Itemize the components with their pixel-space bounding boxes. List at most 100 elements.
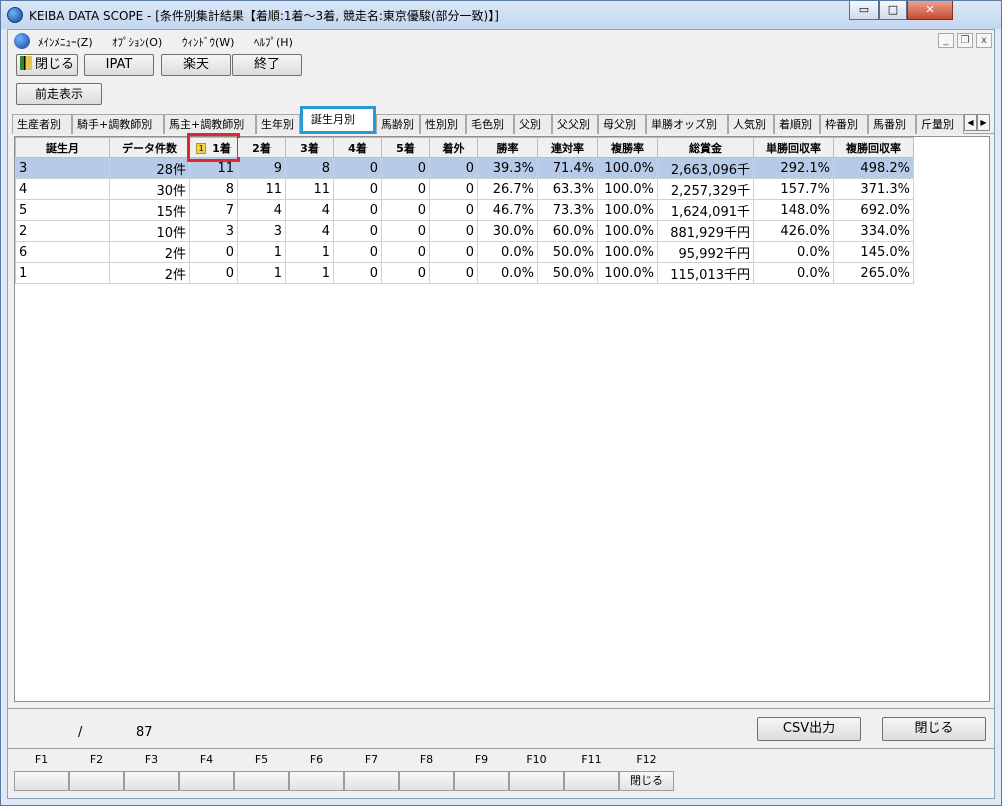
table-cell: 0 <box>333 241 382 263</box>
exit-button[interactable]: 終了 <box>232 54 302 76</box>
col-header-total-prize[interactable]: 総賞金 <box>657 137 754 158</box>
table-row[interactable]: 1 2件 0 1 1 0 0 0 0.0% 50.0% 100.0% 115,013千円 0.0% 265… <box>15 262 914 284</box>
toolbar-close-button[interactable]: 閉じる <box>16 54 78 76</box>
table-cell: 100.0% <box>597 241 658 263</box>
col-header-win-return[interactable]: 単勝回収率 <box>753 137 834 158</box>
fkey-button-6[interactable] <box>289 771 344 791</box>
fkey-button-4[interactable] <box>179 771 234 791</box>
tab-popularity[interactable]: 人気別 <box>728 114 774 134</box>
table-cell: 28件 <box>109 157 190 179</box>
table-row[interactable]: 6 2件 0 1 1 0 0 0 0.0% 50.0% 100.0% 95,992千円 0.0% 145.… <box>15 241 914 263</box>
app-logo-icon <box>7 7 23 23</box>
fkey-button-12[interactable]: 閉じる <box>619 771 674 791</box>
fkey-button-10[interactable] <box>509 771 564 791</box>
fkey-button-1[interactable] <box>14 771 69 791</box>
fkey-label-5: F5 <box>254 753 269 766</box>
tab-jockey-trainer[interactable]: 騎手+調教師別 <box>72 114 164 134</box>
window-title: KEIBA DATA SCOPE - [条件別集計結果【着順:1着～3着, 競走… <box>29 9 499 23</box>
fkey-button-8[interactable] <box>399 771 454 791</box>
col-header-birth-month[interactable]: 誕生月 <box>15 137 110 158</box>
col-header-4th[interactable]: 4着 <box>333 137 382 158</box>
table-row[interactable]: 3 28件 11 9 8 0 0 0 39.3% 71.4% 100.0% 2,663,096千 292… <box>15 157 914 179</box>
ipat-button[interactable]: IPAT <box>84 54 154 76</box>
title-bar[interactable]: KEIBA DATA SCOPE - [条件別集計結果【着順:1着～3着, 競走… <box>1 1 1001 29</box>
close-panel-button[interactable]: 閉じる <box>882 717 986 741</box>
tab-scroll-left-icon[interactable]: ◀ <box>964 114 977 131</box>
tab-sex[interactable]: 性別別 <box>420 114 466 134</box>
tab-breeder[interactable]: 生産者別 <box>12 114 72 134</box>
table-cell: 4 <box>15 178 110 200</box>
table-row[interactable]: 4 30件 8 11 11 0 0 0 26.7% 63.3% 100.0% 2,257,329千 15… <box>15 178 914 200</box>
menu-window[interactable]: ｳｨﾝﾄﾞｳ(W) <box>182 34 234 50</box>
menu-main[interactable]: ﾒｲﾝﾒﾆｭｰ(Z) <box>38 34 93 50</box>
tab-scroll-right-icon[interactable]: ▶ <box>977 114 990 131</box>
child-close-button[interactable]: x <box>976 33 992 48</box>
table-cell: 15件 <box>109 199 190 221</box>
table-cell: 1 <box>15 262 110 284</box>
prev-race-button[interactable]: 前走表示 <box>16 83 102 105</box>
fkey-button-7[interactable] <box>344 771 399 791</box>
fkey-button-5[interactable] <box>234 771 289 791</box>
table-cell: 3 <box>237 220 286 242</box>
menu-options[interactable]: ｵﾌﾟｼｮﾝ(O) <box>112 34 162 50</box>
record-total: 87 <box>136 725 153 740</box>
close-window-button[interactable]: ✕ <box>907 1 953 20</box>
fkey-label-8: F8 <box>419 753 434 766</box>
table-cell: 2 <box>15 220 110 242</box>
table-cell: 2,257,329千 <box>657 178 754 200</box>
col-header-5th[interactable]: 5着 <box>381 137 430 158</box>
table-cell: 4 <box>285 220 334 242</box>
fkey-button-2[interactable] <box>69 771 124 791</box>
tab-age[interactable]: 馬齢別 <box>376 114 420 134</box>
status-area: / 87 CSV出力 閉じる <box>8 708 994 748</box>
col-header-show-return[interactable]: 複勝回収率 <box>833 137 914 158</box>
table-cell: 115,013千円 <box>657 262 754 284</box>
tab-finish-order[interactable]: 着順別 <box>774 114 820 134</box>
tab-birth-year[interactable]: 生年別 <box>256 114 300 134</box>
col-header-data-count[interactable]: データ件数 <box>109 137 190 158</box>
col-header-1st-label: 1着 <box>212 141 231 155</box>
fkey-label-3: F3 <box>144 753 159 766</box>
menu-help[interactable]: ﾍﾙﾌﾟ(H) <box>254 34 293 50</box>
csv-export-button[interactable]: CSV出力 <box>757 717 861 741</box>
table-row[interactable]: 5 15件 7 4 4 0 0 0 46.7% 73.3% 100.0% 1,624,091千 148.… <box>15 199 914 221</box>
tab-coat-color[interactable]: 毛色別 <box>466 114 514 134</box>
col-header-place-rate[interactable]: 連対率 <box>537 137 598 158</box>
tab-horse-number[interactable]: 馬番別 <box>868 114 916 134</box>
col-header-show-rate[interactable]: 複勝率 <box>597 137 658 158</box>
fkey-button-3[interactable] <box>124 771 179 791</box>
table-cell: 100.0% <box>597 220 658 242</box>
fkey-button-9[interactable] <box>454 771 509 791</box>
col-header-win-rate[interactable]: 勝率 <box>477 137 538 158</box>
table-cell: 60.0% <box>537 220 598 242</box>
tab-weight[interactable]: 斤量別 <box>916 114 964 134</box>
col-header-1st[interactable]: 1 1着 <box>187 133 240 162</box>
table-cell: 334.0% <box>833 220 914 242</box>
door-exit-icon <box>19 56 32 70</box>
child-window-icon[interactable] <box>14 33 30 49</box>
results-grid: 誕生月 データ件数 1 1着 2着 3着 4着 5着 着外 勝率 連対率 複勝率… <box>14 133 990 702</box>
tab-sire-sire[interactable]: 父父別 <box>552 114 598 134</box>
table-header-row: 誕生月 データ件数 1 1着 2着 3着 4着 5着 着外 勝率 連対率 複勝率… <box>15 133 914 162</box>
table-cell: 100.0% <box>597 178 658 200</box>
table-cell: 30件 <box>109 178 190 200</box>
maximize-button[interactable]: □ <box>879 1 907 20</box>
child-restore-button[interactable]: ❐ <box>957 33 973 48</box>
tab-dam-sire[interactable]: 母父別 <box>598 114 646 134</box>
col-header-3rd[interactable]: 3着 <box>285 137 334 158</box>
table-cell: 100.0% <box>597 262 658 284</box>
table-cell: 692.0% <box>833 199 914 221</box>
child-minimize-button[interactable]: _ <box>938 33 954 48</box>
tab-win-odds[interactable]: 単勝オッズ別 <box>646 114 728 134</box>
tab-sire[interactable]: 父別 <box>514 114 552 134</box>
tab-birth-month[interactable]: 誕生月別 <box>300 106 376 134</box>
rakuten-button[interactable]: 楽天 <box>161 54 231 76</box>
fkey-label-7: F7 <box>364 753 379 766</box>
fkey-button-11[interactable] <box>564 771 619 791</box>
table-row[interactable]: 2 10件 3 3 4 0 0 0 30.0% 60.0% 100.0% 881,929千円 426.0… <box>15 220 914 242</box>
col-header-2nd[interactable]: 2着 <box>237 137 286 158</box>
minimize-button[interactable]: ▭ <box>849 1 879 20</box>
tab-frame-number[interactable]: 枠番別 <box>820 114 868 134</box>
col-header-out[interactable]: 着外 <box>429 137 478 158</box>
tab-owner-trainer[interactable]: 馬主+調教師別 <box>164 114 256 134</box>
